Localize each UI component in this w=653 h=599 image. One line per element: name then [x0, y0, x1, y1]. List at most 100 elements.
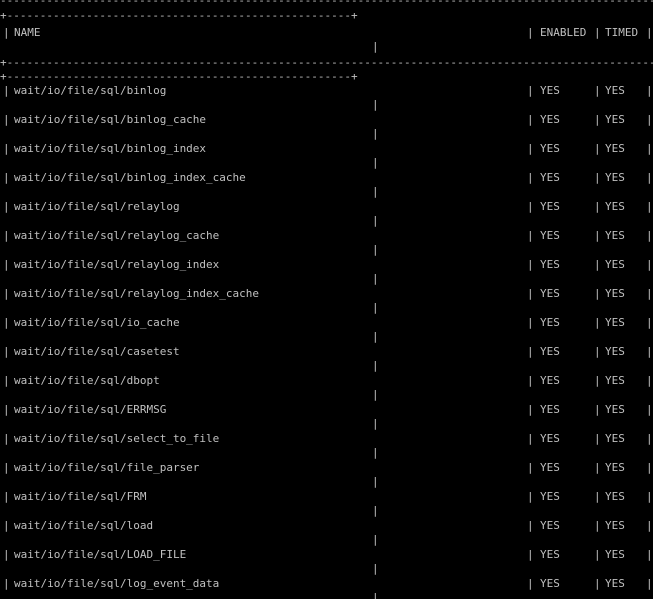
column-header-enabled: ENABLED	[540, 26, 587, 39]
row-pipe-left: |	[3, 258, 10, 271]
row-pipe-right: |	[646, 113, 653, 126]
row-enabled-cell: YES	[540, 200, 560, 213]
row-wrap-pipe: |	[372, 504, 379, 517]
row-wrap-pipe: |	[372, 156, 379, 169]
row-timed-cell: YES	[605, 345, 625, 358]
row-enabled-cell: YES	[540, 171, 560, 184]
row-timed-cell: YES	[605, 287, 625, 300]
table-row: | wait/io/file/sql/LOAD_FILE | YES | YES | |	[0, 548, 653, 577]
table-row: | wait/io/file/sql/load | YES | YES | |	[0, 519, 653, 548]
row-timed-cell: YES	[605, 577, 625, 590]
row-pipe-timed: |	[594, 519, 601, 532]
row-pipe-timed: |	[594, 461, 601, 474]
row-pipe-timed: |	[594, 171, 601, 184]
row-enabled-cell: YES	[540, 229, 560, 242]
table-row: | wait/io/file/sql/select_to_file | YES | YES…	[0, 432, 653, 461]
row-pipe-right: |	[646, 577, 653, 590]
row-pipe-right: |	[646, 316, 653, 329]
row-pipe-left: |	[3, 432, 10, 445]
row-timed-cell: YES	[605, 142, 625, 155]
table-row: | wait/io/file/sql/relaylog_index_cache | Y…	[0, 287, 653, 316]
row-pipe-left: |	[3, 548, 10, 561]
row-name-cell: wait/io/file/sql/load	[14, 519, 154, 532]
row-enabled-cell: YES	[540, 577, 560, 590]
table-row: | wait/io/file/sql/relaylog | YES | YES | |	[0, 200, 653, 229]
row-pipe-right: |	[646, 287, 653, 300]
row-pipe-right: |	[646, 432, 653, 445]
row-pipe-enabled: |	[527, 490, 534, 503]
row-pipe-enabled: |	[527, 374, 534, 387]
row-enabled-cell: YES	[540, 113, 560, 126]
table-row: | wait/io/file/sql/relaylog_index | YES | YES…	[0, 258, 653, 287]
row-name-cell: wait/io/file/sql/dbopt	[14, 374, 160, 387]
row-timed-cell: YES	[605, 171, 625, 184]
table-border-top: ----------------------------------------…	[0, 0, 653, 7]
row-pipe-enabled: |	[527, 142, 534, 155]
row-pipe-right: |	[646, 84, 653, 97]
table-row: | wait/io/file/sql/io_cache | YES | YES | |	[0, 316, 653, 345]
row-pipe-left: |	[3, 171, 10, 184]
row-pipe-timed: |	[594, 548, 601, 561]
row-pipe-left: |	[3, 84, 10, 97]
header-pipe-left: |	[3, 26, 10, 39]
row-timed-cell: YES	[605, 113, 625, 126]
row-name-cell: wait/io/file/sql/relaylog_index_cache	[14, 287, 260, 300]
row-enabled-cell: YES	[540, 84, 560, 97]
row-pipe-right: |	[646, 345, 653, 358]
row-wrap-pipe: |	[372, 243, 379, 256]
table-row: | wait/io/file/sql/dbopt | YES | YES | |	[0, 374, 653, 403]
row-pipe-timed: |	[594, 403, 601, 416]
row-name-cell: wait/io/file/sql/casetest	[14, 345, 180, 358]
row-timed-cell: YES	[605, 200, 625, 213]
table-row: | wait/io/file/sql/log_event_data | YES | YES…	[0, 577, 653, 599]
row-pipe-enabled: |	[527, 113, 534, 126]
row-wrap-pipe: |	[372, 272, 379, 285]
row-name-cell: wait/io/file/sql/select_to_file	[14, 432, 220, 445]
row-pipe-enabled: |	[527, 548, 534, 561]
row-pipe-right: |	[646, 142, 653, 155]
row-pipe-enabled: |	[527, 84, 534, 97]
row-pipe-enabled: |	[527, 287, 534, 300]
header-wrap-pipe: |	[372, 40, 379, 53]
table-row: | wait/io/file/sql/file_parser | YES | YES | |	[0, 461, 653, 490]
row-timed-cell: YES	[605, 432, 625, 445]
row-pipe-timed: |	[594, 316, 601, 329]
row-wrap-pipe: |	[372, 301, 379, 314]
row-wrap-pipe: |	[372, 446, 379, 459]
row-pipe-right: |	[646, 374, 653, 387]
table-row: | wait/io/file/sql/binlog_cache | YES | YES | |	[0, 113, 653, 142]
table-row: | wait/io/file/sql/FRM | YES | YES | |	[0, 490, 653, 519]
row-pipe-timed: |	[594, 577, 601, 590]
row-pipe-left: |	[3, 577, 10, 590]
column-header-name: NAME	[14, 26, 41, 39]
row-pipe-left: |	[3, 113, 10, 126]
row-pipe-enabled: |	[527, 577, 534, 590]
row-wrap-pipe: |	[372, 591, 379, 599]
row-pipe-right: |	[646, 171, 653, 184]
row-wrap-pipe: |	[372, 330, 379, 343]
row-pipe-right: |	[646, 200, 653, 213]
row-name-cell: wait/io/file/sql/binlog_index	[14, 142, 207, 155]
row-name-cell: wait/io/file/sql/binlog	[14, 84, 167, 97]
row-pipe-left: |	[3, 490, 10, 503]
row-name-cell: wait/io/file/sql/file_parser	[14, 461, 200, 474]
row-enabled-cell: YES	[540, 432, 560, 445]
row-name-cell: wait/io/file/sql/relaylog_cache	[14, 229, 220, 242]
row-wrap-pipe: |	[372, 562, 379, 575]
table-row: | wait/io/file/sql/ERRMSG | YES | YES | |	[0, 403, 653, 432]
row-pipe-right: |	[646, 490, 653, 503]
row-wrap-pipe: |	[372, 475, 379, 488]
row-timed-cell: YES	[605, 490, 625, 503]
row-pipe-timed: |	[594, 374, 601, 387]
row-pipe-timed: |	[594, 229, 601, 242]
row-name-cell: wait/io/file/sql/FRM	[14, 490, 147, 503]
table-row: | wait/io/file/sql/relaylog_cache | YES | YES…	[0, 229, 653, 258]
row-timed-cell: YES	[605, 403, 625, 416]
row-pipe-left: |	[3, 200, 10, 213]
row-pipe-left: |	[3, 229, 10, 242]
row-pipe-left: |	[3, 345, 10, 358]
row-enabled-cell: YES	[540, 287, 560, 300]
row-name-cell: wait/io/file/sql/LOAD_FILE	[14, 548, 187, 561]
row-pipe-right: |	[646, 461, 653, 474]
row-wrap-pipe: |	[372, 98, 379, 111]
